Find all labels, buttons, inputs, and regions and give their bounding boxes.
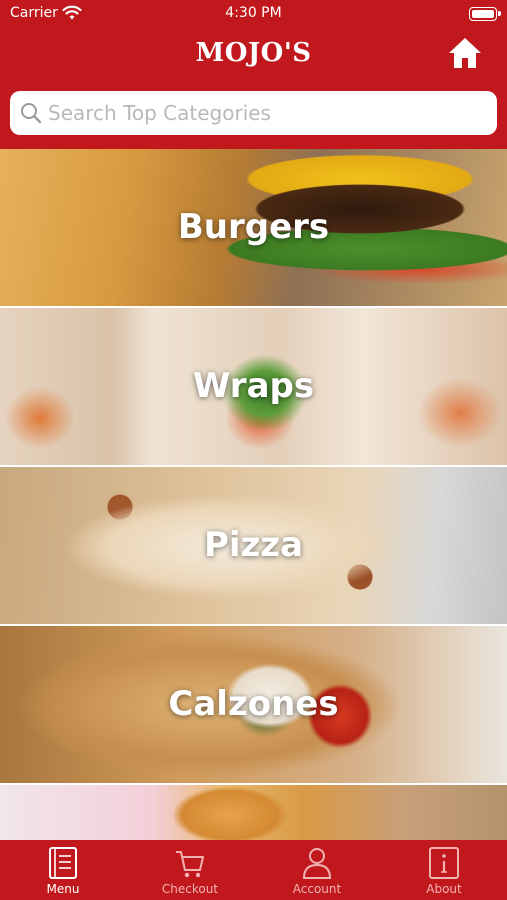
category-burgers[interactable]: Burgers [0,149,507,306]
info-icon [429,847,459,879]
category-label [0,785,507,840]
category-label: Calzones [168,684,339,724]
tab-bar: Menu Checkout Account About [0,840,507,900]
category-label: Burgers [177,207,330,247]
category-list: Burgers Wraps Pizza Calzones [0,149,507,840]
tab-menu[interactable]: Menu [0,840,126,900]
category-partial[interactable] [0,785,507,840]
user-icon [302,848,332,879]
brand-logo: MOJO'S [195,38,312,68]
menu-book-icon [49,847,77,879]
status-bar: Carrier 4:30 PM [0,0,507,30]
tab-about-label: About [426,882,462,896]
category-label: Pizza [203,525,304,565]
tab-account-label: Account [292,882,342,896]
status-time: 4:30 PM [225,5,282,21]
category-wraps[interactable]: Wraps [0,308,507,465]
search-icon [21,103,42,124]
cart-icon [176,851,204,878]
tab-about[interactable]: About [381,840,507,900]
search-bar [10,91,497,135]
category-calzones[interactable]: Calzones [0,626,507,783]
tab-menu-label: Menu [46,882,80,896]
battery-icon [469,7,501,21]
home-icon[interactable] [447,36,483,70]
tab-checkout-label: Checkout [161,882,219,896]
tab-checkout[interactable]: Checkout [127,840,253,900]
category-label: Wraps [192,366,315,406]
search-input[interactable] [48,91,488,135]
tab-account[interactable]: Account [254,840,380,900]
category-pizza[interactable]: Pizza [0,467,507,624]
nav-bar: MOJO'S [0,30,507,80]
